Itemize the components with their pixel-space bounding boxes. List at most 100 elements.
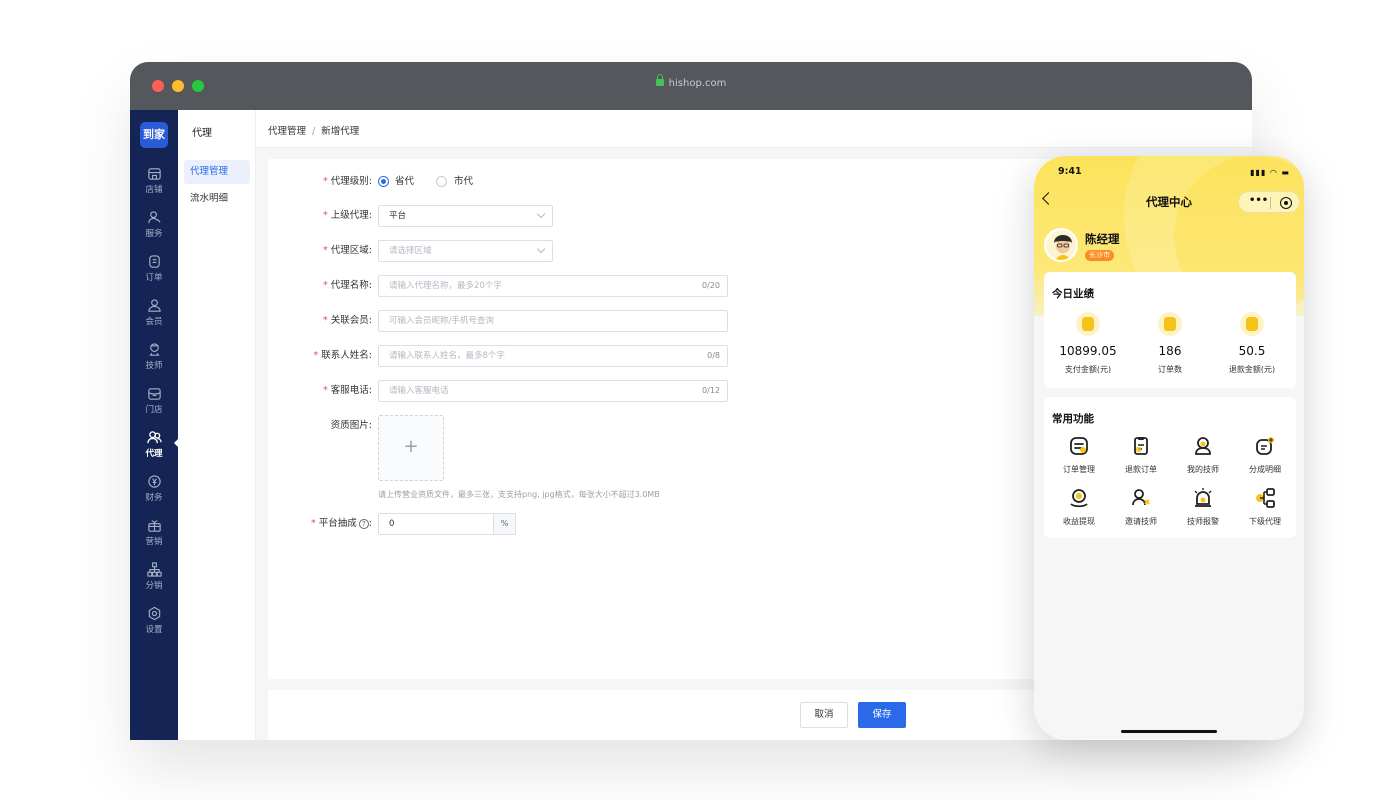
my-technician-icon (1195, 437, 1211, 455)
breadcrumb-bar: 代理管理 / 新增代理 (256, 110, 1252, 148)
nav-item-store[interactable]: 店铺 (130, 166, 178, 206)
service-phone-input[interactable]: 请输入客服电话 0/12 (378, 380, 728, 402)
func-sub-agent[interactable]: 下级代理 (1234, 487, 1296, 527)
func-label: 订单管理 (1063, 465, 1095, 474)
help-icon[interactable]: ? (358, 519, 369, 529)
func-withdraw[interactable]: 收益提现 (1048, 487, 1110, 527)
agent-name-input[interactable]: 请输入代理名称，最多20个字 0/20 (378, 275, 728, 297)
func-label: 退款订单 (1125, 465, 1157, 474)
city-badge: 长沙市 (1085, 250, 1114, 261)
nav-item-service[interactable]: 服务 (130, 210, 178, 250)
finance-icon (147, 475, 161, 488)
member-search-input[interactable]: 可输入会员昵称/手机号查询 (378, 310, 728, 332)
agent-icon (146, 431, 162, 444)
nav-item-order[interactable]: 订单 (130, 254, 178, 294)
form-row-contact: * 联系人姓名: 请输入联系人姓名，最多8个字 0/8 (268, 345, 768, 367)
refund-order-icon (1134, 437, 1148, 455)
func-invite-technician[interactable]: 邀请技师 (1110, 487, 1172, 527)
technician-icon (149, 343, 159, 356)
title-bar: hishop.com (130, 62, 1252, 110)
name-label: * 代理名称: (323, 280, 372, 291)
marketing-icon (147, 520, 161, 532)
nav-label: 技师 (145, 361, 163, 371)
user-name: 陈经理 (1085, 232, 1120, 246)
func-technician-alarm[interactable]: 技师报警 (1172, 487, 1234, 527)
upload-hint: 请上传营业资质文件，最多三张，支支持png, jpg格式，每张大小不超过3.0M… (378, 490, 660, 499)
form-row-cert: 资质图片: + 请上传营业资质文件，最多三张，支支持png, jpg格式，每张大… (268, 415, 868, 505)
nav-label: 会员 (145, 317, 163, 327)
refund-bag-icon (1240, 312, 1264, 336)
mini-program-capsule[interactable]: ••• (1238, 191, 1300, 213)
func-label: 收益提现 (1063, 517, 1095, 526)
sub-menu-item-agent-manage[interactable]: 代理管理 (184, 160, 250, 184)
store-icon (147, 168, 161, 180)
char-counter: 0/20 (702, 281, 720, 290)
stat-pay-amount[interactable]: 10899.05 支付金额(元) (1046, 312, 1130, 375)
nav-item-technician[interactable]: 技师 (130, 342, 178, 382)
breadcrumb: 代理管理 / 新增代理 (268, 126, 360, 137)
home-indicator (1121, 730, 1217, 733)
save-button[interactable]: 保存 (858, 702, 906, 728)
nav-item-finance[interactable]: 财务 (130, 474, 178, 514)
app-logo[interactable]: 到家 (140, 122, 168, 148)
stage: hishop.com 到家 店铺 服务 订单 会员 技师 门店 代理 财务 营销… (0, 0, 1384, 800)
form-row-phone: * 客服电话: 请输入客服电话 0/12 (268, 380, 768, 402)
level-option-city[interactable]: 市代 (454, 171, 473, 193)
nav-item-shop[interactable]: 门店 (130, 386, 178, 426)
nav-item-distribution[interactable]: 分销 (130, 562, 178, 602)
form-row-level: * 代理级别: 省代 市代 (268, 171, 768, 193)
order-list-icon (1158, 312, 1182, 336)
char-counter: 0/8 (707, 351, 720, 360)
func-commission-detail[interactable]: 分成明细 (1234, 435, 1296, 475)
sub-menu-title: 代理 (192, 128, 212, 139)
chevron-down-icon (536, 209, 546, 219)
stat-refund-amount[interactable]: 50.5 退款金额(元) (1210, 312, 1294, 375)
nav-label: 营销 (145, 537, 163, 547)
commission-label: * 平台抽成?: (311, 518, 372, 529)
level-radio-city[interactable] (436, 176, 447, 187)
breadcrumb-item[interactable]: 代理管理 (268, 126, 306, 137)
member-icon (147, 299, 161, 312)
more-icon[interactable]: ••• (1249, 195, 1268, 206)
stat-label: 订单数 (1158, 365, 1182, 374)
nav-item-marketing[interactable]: 营销 (130, 518, 178, 558)
func-order-manage[interactable]: 订单管理 (1048, 435, 1110, 475)
upload-image-button[interactable]: + (378, 415, 444, 481)
withdraw-icon (1070, 489, 1088, 508)
parent-agent-select[interactable]: 平台 (378, 205, 553, 227)
cancel-button[interactable]: 取消 (800, 702, 848, 728)
stat-order-count[interactable]: 186 订单数 (1128, 312, 1212, 375)
close-target-icon[interactable] (1280, 197, 1292, 209)
contact-name-input[interactable]: 请输入联系人姓名，最多8个字 0/8 (378, 345, 728, 367)
status-time: 9:41 (1058, 166, 1082, 177)
cert-label: 资质图片: (330, 420, 372, 431)
avatar[interactable] (1044, 228, 1078, 262)
technician-alarm-icon (1194, 488, 1212, 507)
today-performance-card: 今日业绩 10899.05 支付金额(元) 186 订单数 50.5 退款金额(… (1044, 272, 1296, 388)
nav-item-settings[interactable]: 设置 (130, 606, 178, 646)
commission-input[interactable]: 0% (378, 513, 516, 535)
sub-agent-icon (1256, 488, 1275, 508)
address-bar[interactable]: hishop.com (130, 74, 1252, 89)
func-refund-order[interactable]: 退款订单 (1110, 435, 1172, 475)
level-option-province[interactable]: 省代 (395, 171, 414, 193)
common-functions-card: 常用功能 订单管理 退款订单 我的技师 分成明细 收益提现 邀请技师 技师报警 … (1044, 397, 1296, 538)
order-manage-icon (1070, 437, 1088, 455)
nav-item-agent[interactable]: 代理 (130, 430, 178, 470)
sub-menu-item-flow-detail[interactable]: 流水明细 (184, 187, 250, 211)
nav-label: 代理 (145, 449, 163, 459)
nav-item-member[interactable]: 会员 (130, 298, 178, 338)
main-nav: 到家 店铺 服务 订单 会员 技师 门店 代理 财务 营销 分销 设置 (130, 110, 179, 740)
member-label: * 关联会员: (323, 315, 372, 326)
func-label: 我的技师 (1187, 465, 1219, 474)
shop-icon (147, 388, 161, 400)
func-label: 下级代理 (1249, 517, 1281, 526)
form-row-parent: * 上级代理: 平台 (268, 205, 768, 227)
stat-value: 186 (1158, 344, 1182, 358)
func-my-technician[interactable]: 我的技师 (1172, 435, 1234, 475)
invite-technician-icon (1132, 489, 1150, 506)
region-select[interactable]: 请选择区域 (378, 240, 553, 262)
breadcrumb-current: 新增代理 (321, 126, 360, 137)
nav-label: 店铺 (145, 185, 163, 195)
level-radio-province[interactable] (378, 176, 389, 187)
